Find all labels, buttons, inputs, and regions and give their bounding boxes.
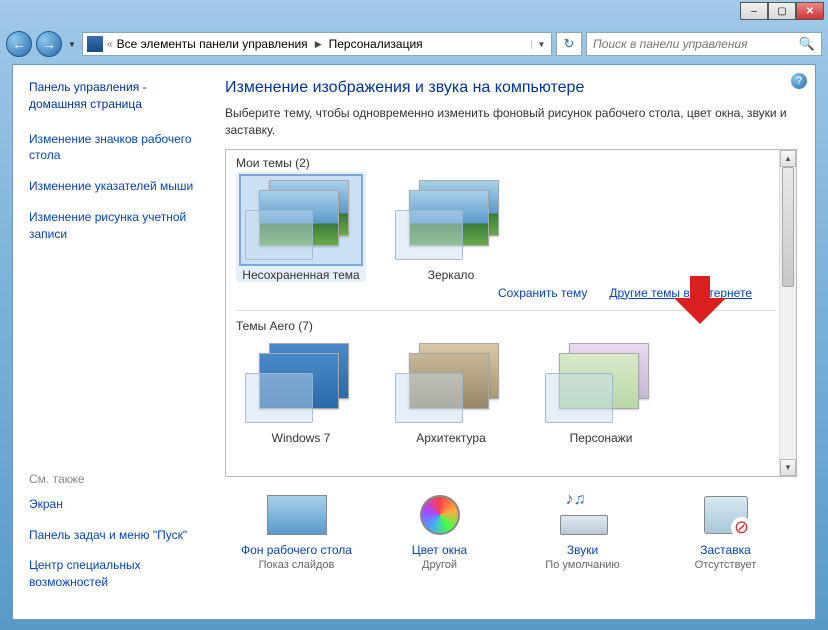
maximize-button[interactable]: ▢	[768, 2, 796, 20]
sidebar-link-account-picture[interactable]: Изменение рисунка учетной записи	[29, 209, 205, 243]
scroll-up-button[interactable]: ▲	[780, 150, 796, 167]
save-theme-link[interactable]: Сохранить тему	[498, 286, 587, 300]
refresh-button[interactable]: ↻	[556, 32, 582, 56]
control-panel-icon	[87, 36, 103, 52]
sidebar-link-desktop-icons[interactable]: Изменение значков рабочего стола	[29, 131, 205, 165]
setting-sub: Показ слайдов	[232, 559, 362, 571]
theme-architecture[interactable]: Архитектура	[386, 335, 516, 445]
theme-windows7[interactable]: Windows 7	[236, 335, 366, 445]
setting-title: Заставка	[661, 543, 791, 557]
breadcrumb-separator-icon[interactable]: ▶	[312, 39, 325, 50]
setting-sounds[interactable]: Звуки По умолчанию	[518, 491, 648, 571]
nav-toolbar: ← → ▼ « Все элементы панели управления ▶…	[0, 28, 828, 60]
sidebar: Панель управления - домашняя страница Из…	[13, 65, 215, 619]
online-themes-link[interactable]: Другие темы в Интернете	[609, 286, 752, 300]
minimize-button[interactable]: –	[740, 2, 768, 20]
themes-scrollbar[interactable]: ▲ ▼	[779, 150, 796, 476]
theme-label: Зеркало	[386, 268, 516, 282]
scroll-down-button[interactable]: ▼	[780, 459, 796, 476]
window-controls: – ▢ ✕	[740, 2, 824, 20]
setting-screensaver[interactable]: Заставка Отсутствует	[661, 491, 791, 571]
themes-container: Мои темы (2) Несохраненная тема Зеркало …	[225, 149, 797, 477]
theme-label: Архитектура	[386, 431, 516, 445]
see-also-taskbar[interactable]: Панель задач и меню "Пуск"	[29, 527, 205, 544]
setting-title: Звуки	[518, 543, 648, 557]
setting-sub: По умолчанию	[518, 559, 648, 571]
theme-label: Несохраненная тема	[236, 268, 366, 282]
breadcrumb-item-all[interactable]: Все элементы панели управления	[117, 37, 308, 51]
content-panel: Панель управления - домашняя страница Из…	[12, 64, 816, 620]
screensaver-icon	[704, 496, 748, 534]
theme-characters[interactable]: Персонажи	[536, 335, 666, 445]
setting-window-color[interactable]: Цвет окна Другой	[375, 491, 505, 571]
address-dropdown-icon[interactable]: ▼	[531, 40, 547, 49]
sidebar-home-link[interactable]: Панель управления - домашняя страница	[29, 79, 205, 113]
search-box[interactable]: 🔍	[586, 32, 822, 56]
search-icon[interactable]: 🔍	[799, 36, 815, 52]
my-themes-row: Несохраненная тема Зеркало	[236, 172, 776, 282]
see-also-accessibility[interactable]: Центр специальных возможностей	[29, 557, 205, 591]
see-also-display[interactable]: Экран	[29, 496, 205, 513]
setting-sub: Отсутствует	[661, 559, 791, 571]
history-dropdown[interactable]: ▼	[66, 31, 78, 57]
scroll-thumb[interactable]	[782, 167, 794, 287]
close-button[interactable]: ✕	[796, 2, 824, 20]
desktop-bg-icon	[267, 495, 327, 535]
setting-title: Фон рабочего стола	[232, 543, 362, 557]
search-input[interactable]	[593, 37, 799, 51]
see-also-heading: См. также	[29, 472, 205, 486]
breadcrumb-chevrons: «	[107, 39, 113, 50]
setting-title: Цвет окна	[375, 543, 505, 557]
help-icon[interactable]: ?	[791, 73, 807, 89]
theme-mirror[interactable]: Зеркало	[386, 172, 516, 282]
address-bar[interactable]: « Все элементы панели управления ▶ Персо…	[82, 32, 552, 56]
breadcrumb-item-personalization[interactable]: Персонализация	[329, 37, 423, 51]
page-subtitle: Выберите тему, чтобы одновременно измени…	[225, 105, 797, 139]
sidebar-link-mouse-pointers[interactable]: Изменение указателей мыши	[29, 178, 205, 195]
theme-unsaved[interactable]: Несохраненная тема	[236, 172, 366, 282]
theme-label: Персонажи	[536, 431, 666, 445]
group-my-themes-label: Мои темы (2)	[236, 156, 776, 170]
setting-sub: Другой	[375, 559, 505, 571]
aero-themes-row: Windows 7 Архитектура Персонажи	[236, 335, 776, 445]
settings-row: Фон рабочего стола Показ слайдов Цвет ок…	[225, 491, 797, 571]
group-aero-label: Темы Aero (7)	[236, 319, 776, 333]
sounds-icon	[560, 495, 606, 535]
window-color-icon	[420, 495, 460, 535]
theme-action-links: Сохранить тему Другие темы в Интернете	[236, 286, 752, 300]
main-area: ? Изменение изображения и звука на компь…	[215, 65, 815, 619]
forward-button[interactable]: →	[36, 31, 62, 57]
titlebar: – ▢ ✕	[0, 0, 828, 28]
setting-desktop-background[interactable]: Фон рабочего стола Показ слайдов	[232, 491, 362, 571]
back-button[interactable]: ←	[6, 31, 32, 57]
theme-label: Windows 7	[236, 431, 366, 445]
page-title: Изменение изображения и звука на компьют…	[225, 79, 797, 97]
